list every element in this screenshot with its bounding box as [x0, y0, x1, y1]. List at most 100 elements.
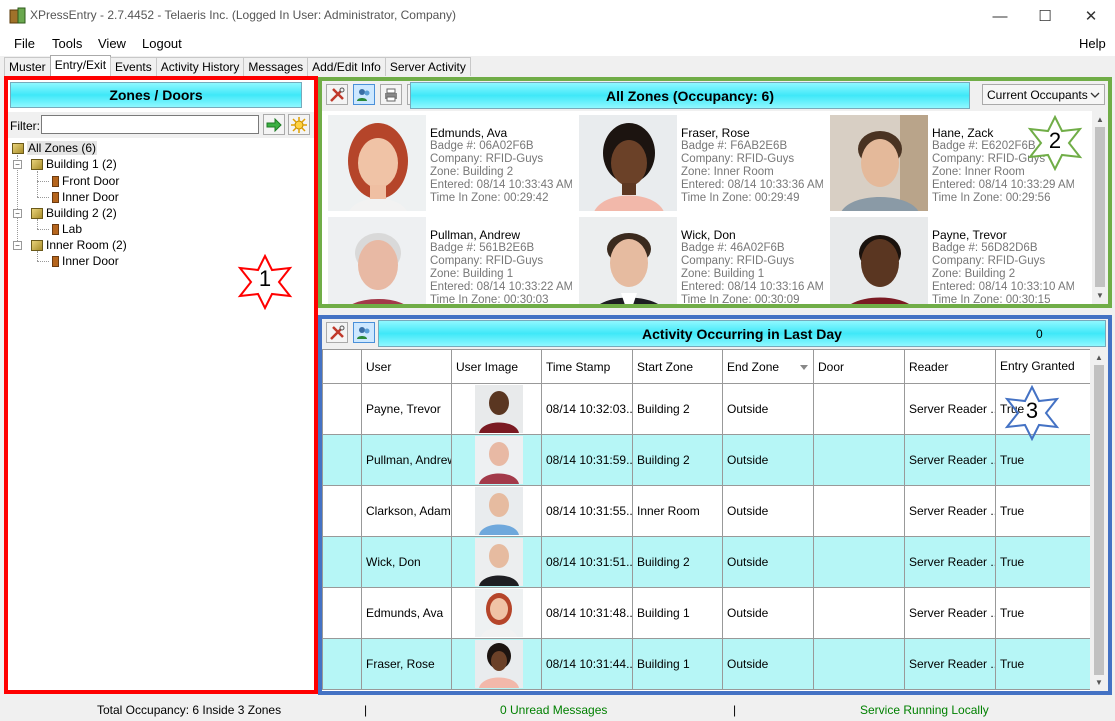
- column-header-reader[interactable]: Reader: [904, 349, 996, 384]
- table-row[interactable]: Edmunds, Ava 08/14 10:31:48... Building …: [322, 587, 1090, 639]
- occupant-card[interactable]: Payne, Trevor Badge #: 56D82D6B Company:…: [824, 213, 1074, 304]
- activity-users-button[interactable]: [353, 322, 375, 343]
- filter-input[interactable]: [41, 115, 259, 134]
- menu-tools[interactable]: Tools: [52, 36, 82, 51]
- occupant-zone: Zone: Building 1: [681, 268, 765, 280]
- menu-help[interactable]: Help: [1079, 36, 1106, 51]
- tree-item-front-door[interactable]: Front Door: [52, 174, 119, 188]
- tree-item-inner-room[interactable]: − Inner Room (2): [13, 238, 127, 252]
- column-header-door[interactable]: Door: [813, 349, 905, 384]
- cell-user-image: [451, 383, 542, 435]
- tab-server-activity[interactable]: Server Activity: [384, 57, 471, 76]
- tree-item-inner-door[interactable]: Inner Door: [52, 190, 119, 204]
- tools-button[interactable]: [326, 84, 348, 105]
- door-icon: [52, 255, 59, 267]
- maximize-button[interactable]: ☐: [1022, 0, 1068, 32]
- occupant-photo: [830, 115, 928, 211]
- cell-user-image: [451, 434, 542, 486]
- activity-scrollbar[interactable]: ▲ ▼: [1090, 349, 1108, 691]
- cell-end-zone: Outside: [722, 638, 814, 690]
- chevron-down-icon: [1090, 92, 1100, 98]
- cell-entry-granted: True: [995, 485, 1090, 537]
- table-header-row: User User Image Time Stamp Start Zone En…: [322, 349, 1090, 384]
- occupant-card[interactable]: Pullman, Andrew Badge #: 561B2E6B Compan…: [322, 213, 572, 304]
- close-button[interactable]: ✕: [1068, 0, 1114, 32]
- table-row[interactable]: Wick, Don 08/14 10:31:51... Building 2 O…: [322, 536, 1090, 588]
- cell-door: [813, 536, 905, 588]
- tree-item-inner-room-door[interactable]: Inner Door: [52, 254, 119, 268]
- tree-label: Inner Room (2): [46, 238, 127, 252]
- occupant-card[interactable]: Edmunds, Ava Badge #: 06A02F6B Company: …: [322, 111, 572, 211]
- table-row[interactable]: Clarkson, Adam 08/14 10:31:55... Inner R…: [322, 485, 1090, 537]
- users-view-button[interactable]: [353, 84, 375, 105]
- cell-reader: Server Reader ...: [904, 434, 996, 486]
- occupant-entered: Entered: 08/14 10:33:43 AM: [430, 179, 572, 191]
- tree-item-building-1[interactable]: − Building 1 (2): [13, 157, 117, 171]
- door-icon: [52, 175, 59, 187]
- occupant-card[interactable]: Fraser, Rose Badge #: F6AB2E6B Company: …: [573, 111, 823, 211]
- tree-item-building-2[interactable]: − Building 2 (2): [13, 206, 117, 220]
- cell-end-zone: Outside: [722, 434, 814, 486]
- tree-item-lab[interactable]: Lab: [52, 222, 82, 236]
- occupant-time-in-zone: Time In Zone: 00:30:03: [430, 294, 549, 304]
- cell-end-zone: Outside: [722, 587, 814, 639]
- user-photo: [474, 436, 523, 484]
- cell-time-stamp: 08/14 10:31:59...: [541, 434, 633, 486]
- annotation-number-2: 2: [1048, 128, 1062, 153]
- cell-user: Edmunds, Ava: [361, 587, 452, 639]
- occupant-badge: Badge #: 46A02F6B: [681, 242, 785, 254]
- select-value: Current Occupants: [987, 87, 1088, 102]
- activity-title: Activity Occurring in Last Day: [642, 325, 842, 342]
- tree-item-all-zones[interactable]: All Zones (6): [12, 141, 98, 155]
- tree-label: Lab: [62, 222, 83, 236]
- collapse-icon[interactable]: −: [13, 208, 22, 218]
- cell-end-zone: Outside: [722, 383, 814, 435]
- occupancy-scrollbar[interactable]: ▲ ▼: [1092, 111, 1108, 304]
- occupant-badge: Badge #: 561B2E6B: [430, 242, 535, 254]
- collapse-icon[interactable]: −: [13, 240, 22, 250]
- tab-muster[interactable]: Muster: [4, 57, 51, 76]
- apply-filter-button[interactable]: [263, 114, 285, 135]
- occupant-time-in-zone: Time In Zone: 00:29:42: [430, 192, 549, 204]
- table-row[interactable]: Fraser, Rose 08/14 10:31:44... Building …: [322, 638, 1090, 690]
- menu-file[interactable]: File: [14, 36, 35, 51]
- occupant-entered: Entered: 08/14 10:33:29 AM: [932, 179, 1074, 191]
- column-header-end-zone[interactable]: End Zone: [722, 349, 814, 384]
- zones-doors-header: Zones / Doors: [10, 82, 302, 108]
- cell-start-zone: Building 2: [632, 434, 723, 486]
- status-messages[interactable]: 0 Unread Messages: [500, 703, 607, 717]
- tab-activity-history[interactable]: Activity History: [155, 57, 245, 76]
- menu-view[interactable]: View: [98, 36, 126, 51]
- cell-door: [813, 434, 905, 486]
- printer-icon: [385, 88, 397, 101]
- occupant-card[interactable]: Wick, Don Badge #: 46A02F6B Company: RFI…: [573, 213, 823, 304]
- column-header-user-image[interactable]: User Image: [451, 349, 542, 384]
- occupant-zone: Zone: Inner Room: [681, 166, 774, 178]
- print-button[interactable]: [380, 84, 402, 105]
- activity-tools-button[interactable]: [326, 322, 348, 343]
- cell-user-image: [451, 638, 542, 690]
- tree-label: Front Door: [62, 174, 120, 188]
- collapse-icon[interactable]: −: [13, 159, 22, 169]
- minimize-button[interactable]: —: [977, 0, 1023, 32]
- column-header-start-zone[interactable]: Start Zone: [632, 349, 723, 384]
- users-icon: [357, 326, 370, 339]
- tab-entry-exit[interactable]: Entry/Exit: [49, 55, 112, 76]
- column-header-entry-granted[interactable]: Entry Granted: [995, 349, 1090, 384]
- tab-add-edit-info[interactable]: Add/Edit Info: [307, 57, 386, 76]
- menu-logout[interactable]: Logout: [142, 36, 182, 51]
- status-separator: |: [364, 703, 368, 717]
- menu-bar: File Tools View Logout Help: [0, 32, 1115, 56]
- table-row[interactable]: Payne, Trevor 08/14 10:32:03... Building…: [322, 383, 1090, 435]
- door-icon: [52, 223, 59, 235]
- cell-reader: Server Reader ...: [904, 383, 996, 435]
- clear-filter-button[interactable]: [288, 114, 310, 135]
- tab-messages[interactable]: Messages: [243, 57, 309, 76]
- occupant-view-select[interactable]: Current Occupants: [982, 84, 1105, 105]
- tab-events[interactable]: Events: [110, 57, 157, 76]
- occupant-cards: Edmunds, Ava Badge #: 06A02F6B Company: …: [322, 111, 1092, 304]
- column-header-time-stamp[interactable]: Time Stamp: [541, 349, 633, 384]
- column-header-user[interactable]: User: [361, 349, 452, 384]
- annotation-number-3: 3: [1025, 398, 1039, 423]
- table-row[interactable]: Pullman, Andrew 08/14 10:31:59... Buildi…: [322, 434, 1090, 486]
